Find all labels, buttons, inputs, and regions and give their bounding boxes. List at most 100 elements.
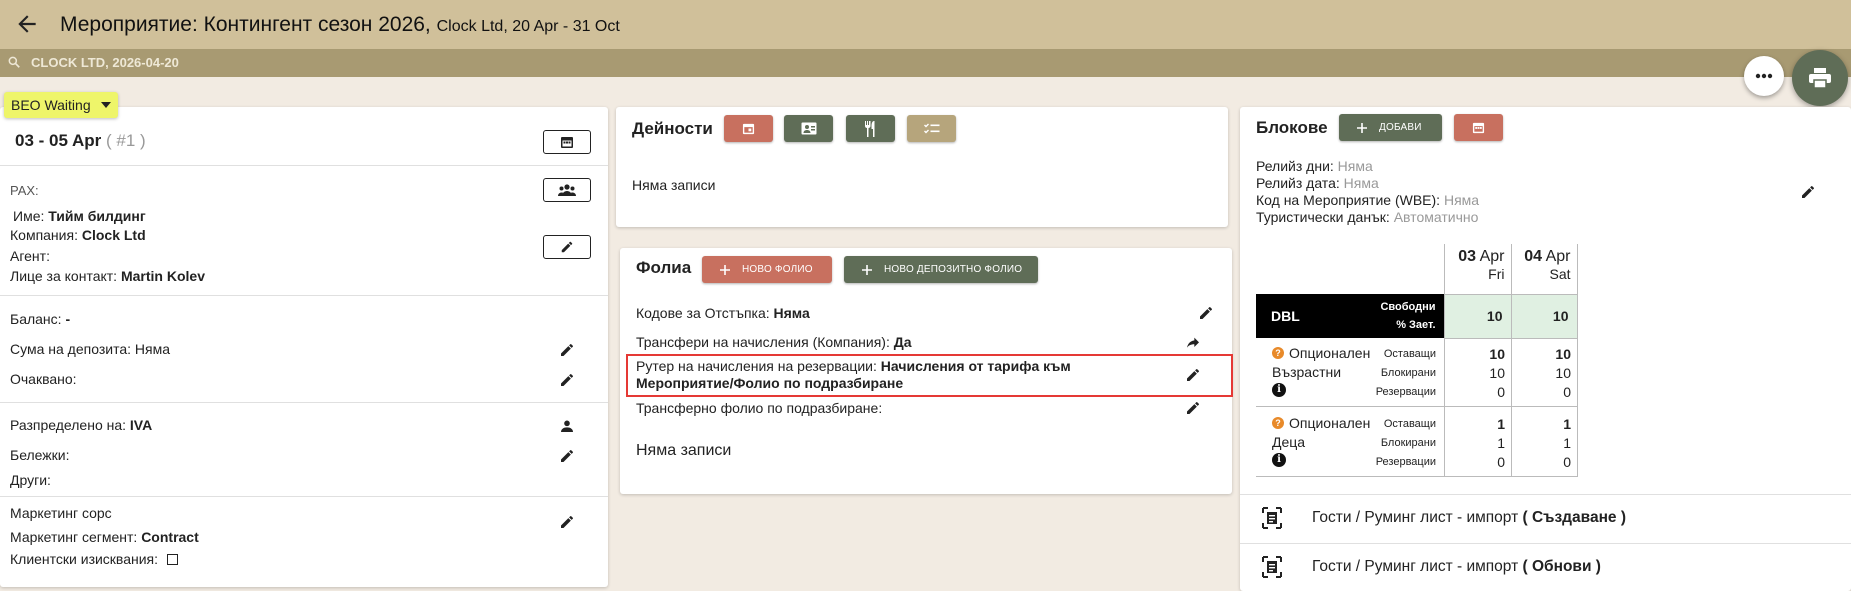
edit-contact-button[interactable] — [543, 235, 591, 259]
folios-empty: Няма записи — [636, 442, 732, 459]
pencil-icon[interactable] — [559, 342, 575, 358]
pencil-icon[interactable] — [559, 448, 575, 464]
arrow-left-icon[interactable] — [14, 11, 40, 37]
day-header[interactable]: 03 Apr Fri — [1443, 244, 1512, 294]
client-requirements-checkbox[interactable] — [167, 554, 178, 565]
more-horiz-icon — [1755, 73, 1773, 79]
block-cell[interactable]: 0 — [1563, 454, 1571, 470]
info-icon[interactable]: i — [1272, 383, 1286, 397]
activities-title: Дейности — [632, 119, 713, 138]
activity-card-button[interactable] — [784, 115, 833, 142]
import-doc-icon[interactable] — [1262, 507, 1282, 529]
block-cell[interactable]: 1 — [1497, 416, 1505, 432]
pencil-icon[interactable] — [559, 372, 575, 388]
marketing-segment-row: Маркетинг сегмент: Contract — [10, 529, 199, 545]
notes-label: Бележки: — [10, 447, 70, 463]
discount-codes-row: Кодове за Отстъпка: Няма — [636, 305, 810, 321]
pencil-icon[interactable] — [1185, 400, 1201, 416]
row-label: Блокирани — [1380, 437, 1436, 449]
block-cell[interactable]: 10 — [1555, 365, 1571, 381]
calendar-button[interactable] — [543, 130, 591, 154]
add-block-button[interactable]: ДОБАВИ — [1339, 114, 1442, 141]
info-icon[interactable]: i — [1272, 453, 1286, 467]
expected-label: Очаквано: — [10, 371, 77, 387]
charge-router-value-line2: Мероприятие/Фолио по подразбиране — [636, 375, 904, 391]
free-cell[interactable]: 10 — [1443, 293, 1512, 339]
help-icon[interactable]: ? — [1272, 417, 1284, 429]
checklist-icon — [923, 123, 939, 133]
block-cell[interactable]: 0 — [1563, 384, 1571, 400]
assigned-row: Разпределено на: IVA — [10, 417, 153, 433]
charge-transfers-row: Трансфери на начисления (Компания): Да — [636, 334, 912, 350]
block-cell[interactable]: 0 — [1497, 454, 1505, 470]
activity-restaurant-button[interactable] — [846, 115, 895, 142]
row-label: Блокирани — [1380, 367, 1436, 379]
print-icon — [1809, 68, 1831, 89]
calendar-icon — [1472, 122, 1485, 134]
person-icon[interactable] — [559, 418, 575, 434]
page-title: Мероприятие: Контингент сезон 2026, Cloc… — [60, 13, 620, 36]
transfer-folio-label: Трансферно фолио по подразбиране: — [636, 400, 883, 416]
chevron-down-icon — [100, 102, 111, 108]
pencil-icon[interactable] — [559, 514, 575, 530]
others-label: Други: — [10, 472, 51, 488]
search-text: CLOCK LTD, 2026-04-20 — [31, 55, 179, 70]
client-requirements-row: Клиентски изисквания: — [10, 551, 159, 567]
blocks-title: Блокове — [1256, 118, 1328, 137]
print-button[interactable] — [1792, 50, 1848, 106]
activities-empty: Няма записи — [632, 177, 716, 193]
block-cell[interactable]: 1 — [1497, 435, 1505, 451]
group-name-2: Възрастни — [1272, 364, 1342, 380]
pencil-icon[interactable] — [1185, 367, 1201, 383]
help-icon[interactable]: ? — [1272, 347, 1284, 359]
day-header[interactable]: 04 Apr Sat — [1511, 244, 1578, 294]
block-cell[interactable]: 10 — [1489, 346, 1505, 362]
contact-row: Лице за контакт: Martin Kolev — [10, 268, 205, 284]
status-value: BEO Waiting — [11, 97, 91, 113]
search-bar[interactable]: CLOCK LTD, 2026-04-20 — [0, 49, 1851, 77]
calendar-icon — [742, 123, 755, 135]
block-cell[interactable]: 10 — [1489, 365, 1505, 381]
activity-calendar-button[interactable] — [724, 115, 773, 142]
name-row: Име: Тийм билдинг — [13, 208, 146, 224]
new-folio-button[interactable]: НОВО ФОЛИО — [702, 256, 832, 283]
balance-row: Баланс: - — [10, 311, 71, 327]
activity-checklist-button[interactable] — [907, 115, 956, 142]
row-label: Оставащи — [1383, 348, 1436, 360]
group-button[interactable] — [543, 178, 591, 202]
free-cell[interactable]: 10 — [1510, 293, 1578, 339]
pencil-icon[interactable] — [1800, 184, 1816, 200]
import-doc-icon[interactable] — [1262, 556, 1282, 578]
import-update-link[interactable]: Гости / Руминг лист - импорт ( Обнови ) — [1312, 558, 1601, 576]
new-deposit-folio-button[interactable]: НОВО ДЕПОЗИТНО ФОЛИО — [844, 256, 1038, 283]
charge-router-row: Рутер на начисления на резервации: Начис… — [636, 358, 1071, 374]
group-name-2: Деца — [1272, 434, 1306, 450]
forward-icon[interactable] — [1185, 335, 1201, 351]
block-group: ? Опционален Възрастни i Оставащи 10 10 Блокира… — [1256, 337, 1578, 407]
block-cell[interactable]: 1 — [1563, 416, 1571, 432]
event-dates: 03 - 05 Apr ( #1 ) — [15, 131, 146, 150]
status-dropdown[interactable]: BEO Waiting — [4, 92, 118, 118]
blocks-calendar-button[interactable] — [1454, 114, 1503, 141]
more-button[interactable] — [1744, 56, 1784, 96]
plus-icon — [862, 264, 872, 275]
group-name: Опционален — [1289, 415, 1371, 431]
search-icon — [8, 56, 20, 68]
row-label: Резервации — [1375, 456, 1436, 468]
pencil-icon[interactable] — [1198, 305, 1214, 321]
import-create-link[interactable]: Гости / Руминг лист - импорт ( Създаване… — [1312, 509, 1626, 527]
block-cell[interactable]: 1 — [1563, 435, 1571, 451]
release-days-row: Релийз дни: Няма — [1256, 158, 1373, 174]
restaurant-icon — [864, 120, 874, 137]
blocks-grid: 03 Apr Fri 04 Apr Sat DBL Свободни% Зает. 1… — [1256, 244, 1578, 339]
agent-label: Агент: — [10, 248, 50, 264]
block-cell[interactable]: 0 — [1497, 384, 1505, 400]
top-bar: Мероприятие: Контингент сезон 2026, Cloc… — [0, 0, 1851, 49]
deposit-row: Сума на депозита: Няма — [10, 341, 170, 357]
pax-label: PAX: — [10, 183, 39, 198]
plus-icon — [720, 264, 730, 275]
block-group: ? Опционален Деца i Оставащи 1 1 Блокирани 1 1 Рез… — [1256, 407, 1578, 477]
block-cell[interactable]: 10 — [1555, 346, 1571, 362]
row-label: Резервации — [1375, 386, 1436, 398]
group-name: Опционален — [1289, 345, 1371, 361]
